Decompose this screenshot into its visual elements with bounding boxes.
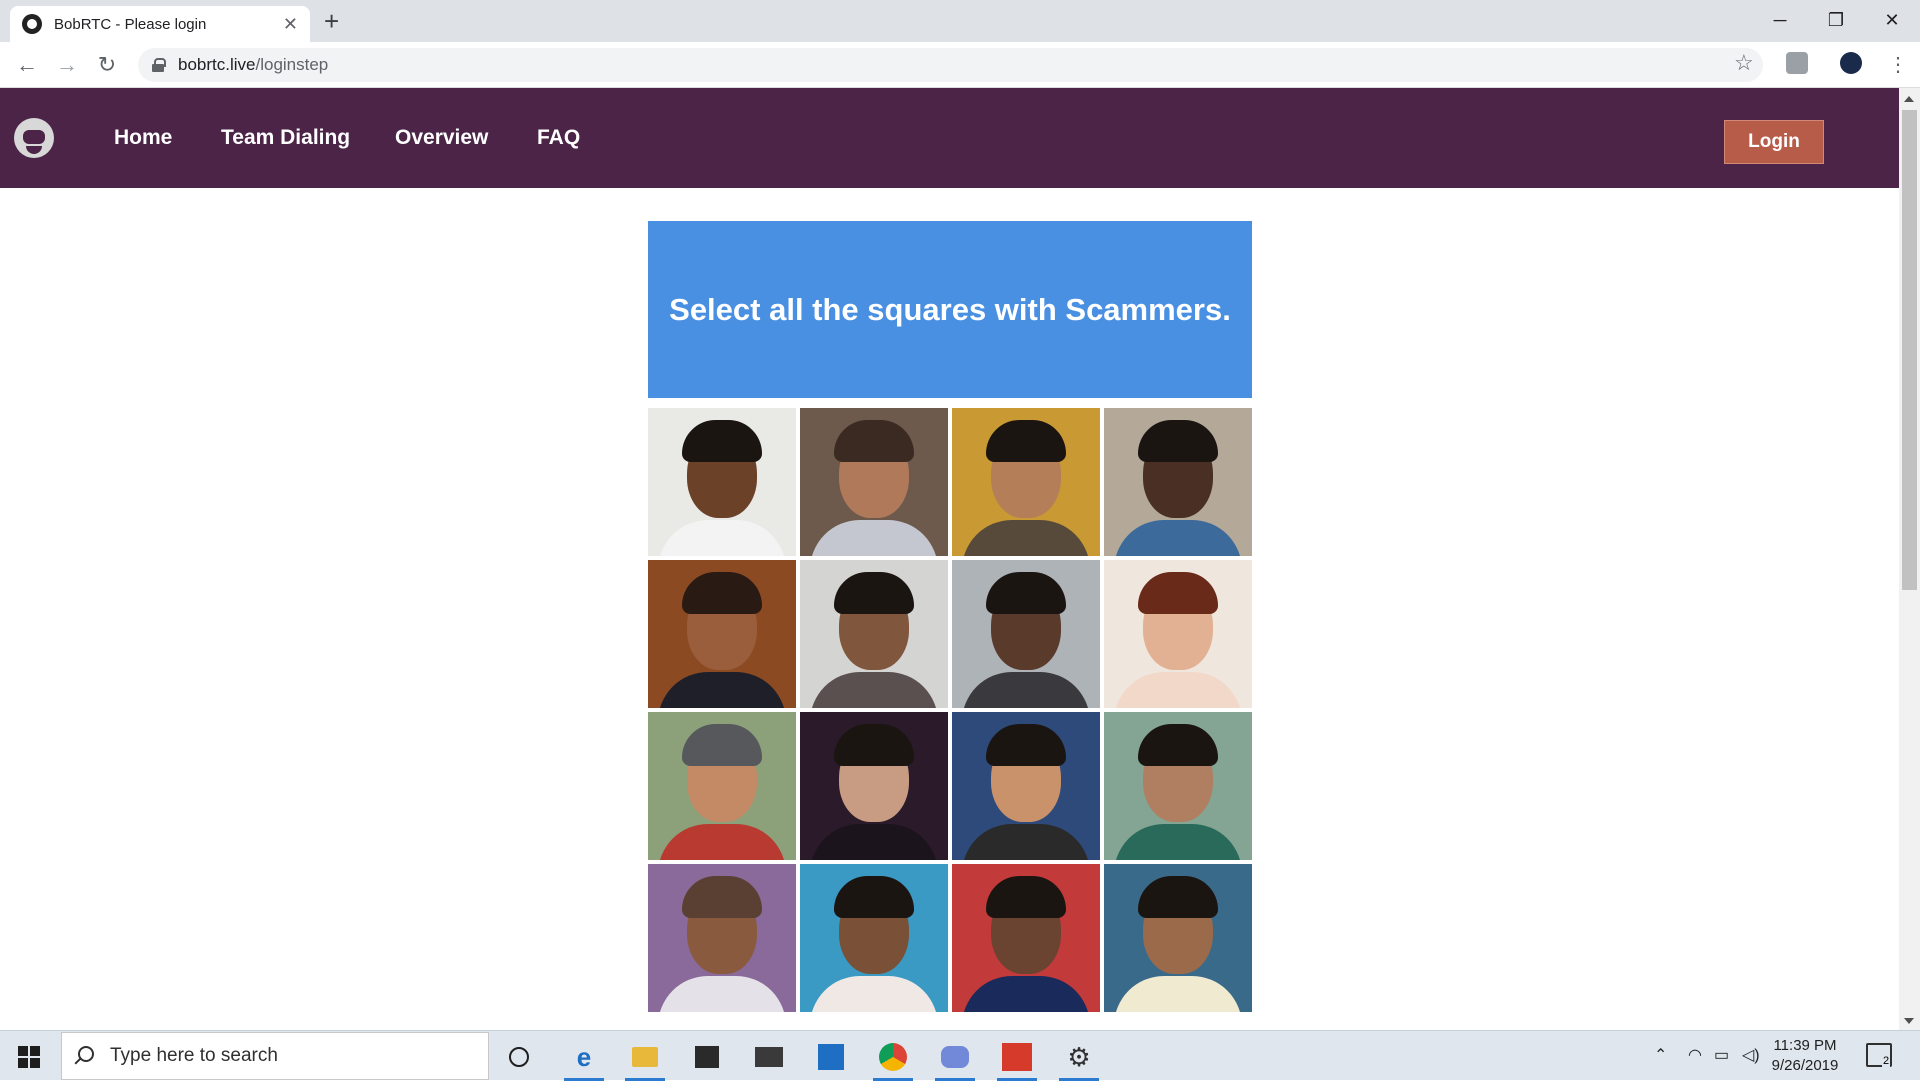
nav-team-dialing[interactable]: Team Dialing xyxy=(221,126,350,150)
site-navbar: Home Team Dialing Overview FAQ Login xyxy=(0,88,1899,188)
tab-close-icon[interactable]: ✕ xyxy=(283,14,298,35)
extension-icon[interactable] xyxy=(1786,52,1808,74)
captcha-tile-8[interactable] xyxy=(1104,560,1252,708)
volume-icon[interactable]: ◁) xyxy=(1742,1045,1760,1065)
mail-icon[interactable] xyxy=(749,1039,789,1075)
browser-toolbar: ← → ↻ bobrtc.live/loginstep ☆ xyxy=(0,42,1920,88)
browser-tab-strip: BobRTC - Please login ✕ + ─ ❐ ✕ xyxy=(0,0,1920,42)
notification-count: 2 xyxy=(1882,1055,1891,1067)
bobrtc-favicon-icon xyxy=(22,14,42,34)
nav-faq[interactable]: FAQ xyxy=(537,126,580,150)
captcha-tile-4[interactable] xyxy=(1104,408,1252,556)
wifi-icon[interactable]: ◠ xyxy=(1688,1045,1702,1065)
captcha-tile-16[interactable] xyxy=(1104,864,1252,1012)
taskbar-clock[interactable]: 11:39 PM 9/26/2019 xyxy=(1768,1036,1842,1076)
nav-home[interactable]: Home xyxy=(114,126,172,150)
menu-kebab-icon[interactable]: ⋮ xyxy=(1888,52,1908,77)
captcha-tile-10[interactable] xyxy=(800,712,948,860)
captcha-tile-9[interactable] xyxy=(648,712,796,860)
cortana-icon[interactable] xyxy=(499,1039,539,1075)
notification-center-icon[interactable]: 2 xyxy=(1866,1043,1892,1067)
taskbar-search-input[interactable]: Type here to search xyxy=(61,1032,489,1080)
reload-button[interactable]: ↻ xyxy=(92,50,122,80)
file-explorer-icon[interactable] xyxy=(625,1039,665,1081)
scrollbar-thumb[interactable] xyxy=(1902,110,1917,590)
browser-tab[interactable]: BobRTC - Please login ✕ xyxy=(10,6,310,42)
store-icon[interactable] xyxy=(687,1039,727,1075)
azure-icon[interactable] xyxy=(811,1039,851,1075)
discord-icon[interactable] xyxy=(935,1039,975,1081)
new-tab-button[interactable]: + xyxy=(324,6,339,36)
captcha-tile-13[interactable] xyxy=(648,864,796,1012)
captcha-tile-15[interactable] xyxy=(952,864,1100,1012)
search-placeholder: Type here to search xyxy=(110,1045,278,1066)
captcha-tile-11[interactable] xyxy=(952,712,1100,860)
battery-icon[interactable]: ▭ xyxy=(1714,1045,1729,1065)
captcha-tile-2[interactable] xyxy=(800,408,948,556)
tab-title: BobRTC - Please login xyxy=(54,15,207,33)
captcha-instruction: Select all the squares with Scammers. xyxy=(648,221,1252,398)
url-host: bobrtc.live xyxy=(178,55,256,74)
address-bar[interactable]: bobrtc.live/loginstep xyxy=(138,48,1763,82)
search-icon xyxy=(78,1046,94,1062)
minimize-button[interactable]: ─ xyxy=(1752,0,1808,40)
voicemeeter-icon[interactable] xyxy=(997,1039,1037,1081)
settings-icon[interactable]: ⚙ xyxy=(1059,1039,1099,1081)
profile-avatar-icon[interactable] xyxy=(1840,52,1862,74)
scammer-captcha: Select all the squares with Scammers. xyxy=(648,221,1253,1012)
bobrtc-logo-icon[interactable] xyxy=(14,118,54,158)
window-close-button[interactable]: ✕ xyxy=(1864,0,1920,40)
nav-overview[interactable]: Overview xyxy=(395,126,488,150)
edge-icon[interactable]: e xyxy=(564,1039,604,1081)
show-hidden-icons-icon[interactable]: ⌃ xyxy=(1654,1045,1667,1065)
captcha-tile-12[interactable] xyxy=(1104,712,1252,860)
clock-date: 9/26/2019 xyxy=(1771,1057,1839,1074)
captcha-tile-6[interactable] xyxy=(800,560,948,708)
page-scrollbar[interactable] xyxy=(1899,88,1920,1030)
lock-icon xyxy=(152,58,166,72)
windows-start-icon[interactable] xyxy=(18,1046,40,1068)
captcha-tile-3[interactable] xyxy=(952,408,1100,556)
login-button[interactable]: Login xyxy=(1724,120,1824,164)
restore-button[interactable]: ❐ xyxy=(1808,0,1864,40)
back-button[interactable]: ← xyxy=(12,50,42,80)
captcha-tile-7[interactable] xyxy=(952,560,1100,708)
forward-button[interactable]: → xyxy=(52,50,82,80)
captcha-tile-5[interactable] xyxy=(648,560,796,708)
windows-taskbar: Type here to search e ⚙ ⌃ ◠ ▭ ◁) 11:39 P… xyxy=(0,1030,1920,1081)
chrome-icon[interactable] xyxy=(873,1039,913,1081)
scroll-up-icon[interactable] xyxy=(1904,96,1914,102)
clock-time: 11:39 PM xyxy=(1773,1037,1837,1054)
captcha-tile-1[interactable] xyxy=(648,408,796,556)
captcha-grid xyxy=(648,408,1253,1012)
bookmark-star-icon[interactable]: ☆ xyxy=(1734,50,1754,76)
captcha-tile-14[interactable] xyxy=(800,864,948,1012)
url-path: /loginstep xyxy=(255,55,329,74)
scroll-down-icon[interactable] xyxy=(1904,1018,1914,1024)
